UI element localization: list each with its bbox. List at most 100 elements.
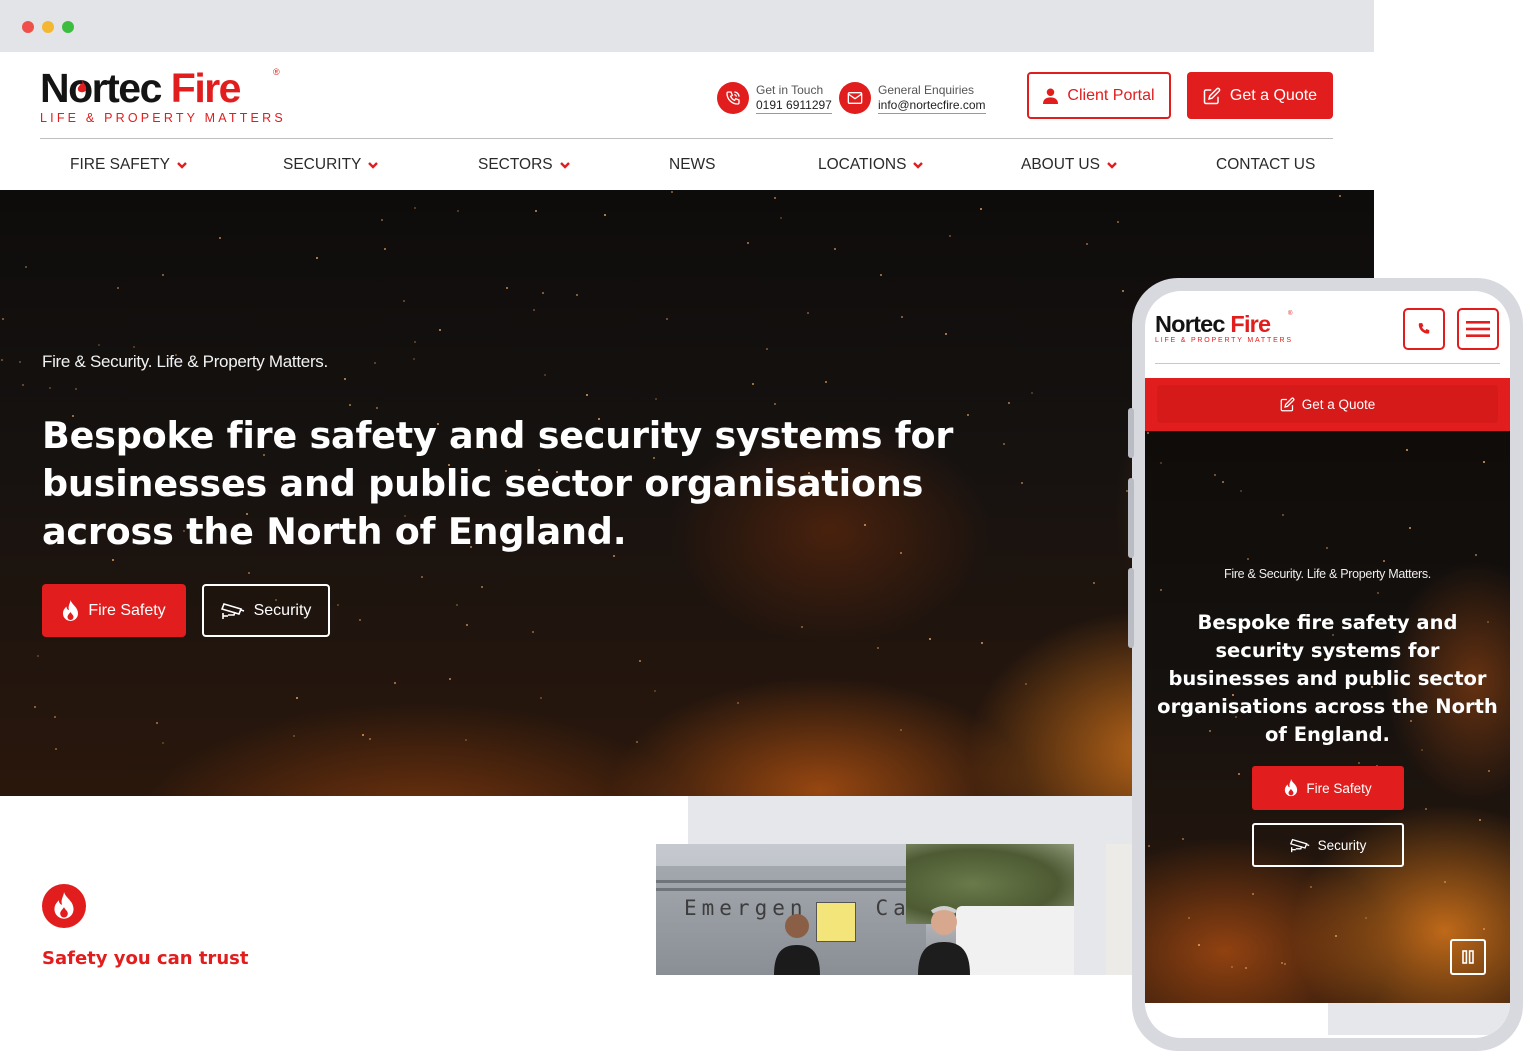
ember-particle: [2, 318, 4, 320]
ember-particle: [1182, 838, 1184, 840]
mobile-call-button[interactable]: [1403, 308, 1445, 350]
chevron-down-icon: [913, 161, 924, 169]
edit-icon: [1203, 87, 1221, 104]
ember-particle: [117, 287, 119, 289]
nav-item-security[interactable]: SECURITY: [283, 156, 379, 174]
ember-particle: [1383, 560, 1385, 562]
ember-particle: [1214, 474, 1216, 476]
ember-particle: [542, 292, 544, 294]
hero-security-button[interactable]: Security: [202, 584, 330, 637]
ember-particle: [1148, 845, 1150, 847]
ember-particle: [980, 208, 982, 210]
get-a-quote-label: Get a Quote: [1229, 86, 1318, 104]
mobile-grey-block: [1328, 1003, 1510, 1035]
ember-particle: [532, 631, 534, 633]
mobile-quote-band: Get a Quote: [1145, 378, 1510, 431]
nav-item-contact-us[interactable]: CONTACT US: [1216, 156, 1315, 174]
mobile-logo-wordmark: Nortec Fire: [1155, 311, 1335, 337]
ember-particle: [162, 274, 164, 276]
window-maximize-dot[interactable]: [62, 21, 74, 33]
mobile-site-logo[interactable]: Nortec Fire ® LIFE & PROPERTY MATTERS: [1155, 311, 1335, 351]
ember-particle: [362, 734, 364, 736]
ember-particle: [457, 210, 459, 212]
nav-item-news[interactable]: NEWS: [669, 156, 716, 174]
window-close-dot[interactable]: [22, 21, 34, 33]
ember-particle: [1488, 770, 1490, 772]
ember-particle: [1160, 589, 1162, 591]
ember-particle: [535, 210, 537, 212]
cctv-camera-icon: [1289, 838, 1309, 852]
ember-particle: [449, 678, 451, 680]
ember-particle: [780, 217, 782, 219]
ember-particle: [1086, 243, 1088, 245]
contact-email-value[interactable]: info@nortecfire.com: [878, 98, 986, 114]
ember-particle: [349, 404, 351, 406]
ember-particle: [37, 655, 39, 657]
ember-particle: [384, 248, 386, 250]
ember-particle: [747, 242, 749, 244]
mobile-security-label: Security: [1317, 837, 1367, 853]
ember-particle: [456, 604, 458, 606]
cctv-camera-icon: [220, 602, 244, 619]
nav-item-fire-safety[interactable]: FIRE SAFETY: [70, 156, 187, 174]
flame-icon: [63, 599, 79, 621]
ember-particle: [544, 374, 546, 376]
ember-particle: [981, 642, 983, 644]
hero-fire-safety-button[interactable]: Fire Safety: [42, 584, 186, 637]
nav-item-locations[interactable]: LOCATIONS: [818, 156, 924, 174]
nav-item-label: ABOUT US: [1021, 156, 1100, 173]
browser-chrome-bar: [0, 0, 1374, 52]
ember-particle: [1247, 558, 1249, 560]
ember-particle: [481, 586, 483, 588]
ember-particle: [766, 348, 768, 350]
ember-particle: [929, 638, 931, 640]
ember-particle: [1365, 917, 1367, 919]
ember-particle: [877, 647, 879, 649]
ember-particle: [1483, 461, 1485, 463]
mobile-menu-button[interactable]: [1457, 308, 1499, 350]
mobile-fire-safety-button[interactable]: Fire Safety: [1252, 766, 1404, 810]
photo-person: [774, 914, 820, 975]
ember-particle: [1339, 195, 1341, 197]
ember-particle: [586, 394, 588, 396]
ember-particle: [359, 619, 361, 621]
get-a-quote-button[interactable]: Get a Quote: [1187, 72, 1333, 119]
nav-item-about-us[interactable]: ABOUT US: [1021, 156, 1117, 174]
contact-phone[interactable]: Get in Touch 0191 6911297: [717, 78, 832, 118]
ember-particle: [55, 748, 57, 750]
site-header: Nortec Fire ® LIFE & PROPERTY MATTERS Ge…: [0, 52, 1374, 190]
nav-item-sectors[interactable]: SECTORS: [478, 156, 570, 174]
mobile-header-divider: [1155, 363, 1500, 364]
mobile-screen: Nortec Fire ® LIFE & PROPERTY MATTERS Ge…: [1145, 291, 1510, 1038]
ember-particle: [337, 604, 339, 606]
contact-phone-value[interactable]: 0191 6911297: [756, 98, 832, 114]
pause-icon: [1462, 950, 1474, 964]
hamburger-menu-icon: [1466, 321, 1490, 337]
contact-email[interactable]: General Enquiries info@nortecfire.com: [839, 78, 986, 118]
mobile-pause-button[interactable]: [1450, 939, 1486, 975]
site-logo[interactable]: Nortec Fire ® LIFE & PROPERTY MATTERS: [40, 66, 290, 128]
ember-particle: [1238, 773, 1240, 775]
ember-particle: [1117, 221, 1119, 223]
ember-particle: [900, 729, 902, 731]
user-icon: [1043, 88, 1059, 104]
window-minimize-dot[interactable]: [42, 21, 54, 33]
header-divider: [40, 138, 1333, 139]
ember-particle: [1025, 683, 1027, 685]
main-navigation: FIRE SAFETY SECURITY SECTORS NEWS LOCATI…: [40, 152, 1333, 182]
ember-particle: [1409, 527, 1411, 529]
mobile-security-button[interactable]: Security: [1252, 823, 1404, 867]
ember-particle: [394, 682, 396, 684]
ember-particle: [293, 735, 295, 737]
ember-particle: [1093, 582, 1095, 584]
chevron-down-icon: [1107, 161, 1117, 169]
phone-side-button: [1128, 408, 1134, 458]
logo-letter-n: N: [40, 65, 70, 111]
ember-particle: [880, 274, 882, 276]
nav-item-label: NEWS: [669, 156, 716, 173]
ember-particle: [1284, 963, 1286, 965]
ember-particle: [1198, 944, 1200, 946]
client-portal-button[interactable]: Client Portal: [1027, 72, 1171, 119]
mobile-get-a-quote-button[interactable]: Get a Quote: [1157, 385, 1498, 423]
ember-particle: [1222, 481, 1224, 483]
